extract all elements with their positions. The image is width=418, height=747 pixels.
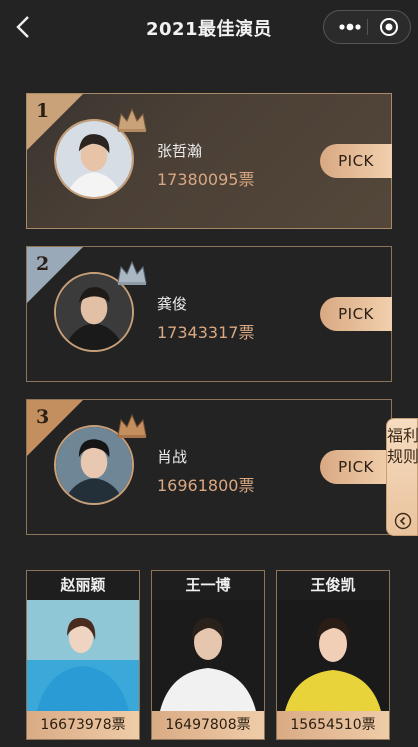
candidate-photo xyxy=(152,600,264,711)
candidate-name: 张哲瀚 xyxy=(157,142,203,160)
crown-icon xyxy=(117,413,147,438)
candidate-name: 赵丽颖 xyxy=(60,576,106,594)
vote-count: 17343317票 xyxy=(157,323,255,342)
top-bar: 2021最佳演员 xyxy=(0,0,418,54)
more-dots-icon[interactable] xyxy=(338,20,362,34)
candidate-name: 龚俊 xyxy=(157,295,188,313)
pick-button[interactable]: PICK xyxy=(320,297,392,331)
candidate-card-5[interactable]: 王一博 16497808票 xyxy=(151,570,265,740)
pick-button[interactable]: PICK xyxy=(320,450,392,484)
vote-count: 16673978票 xyxy=(27,711,139,739)
candidate-name: 王一博 xyxy=(185,576,231,594)
candidate-name: 肖战 xyxy=(157,448,188,466)
vote-count: 16961800票 xyxy=(157,476,255,495)
capsule-divider xyxy=(367,19,368,35)
chevron-left-circle-icon xyxy=(394,512,412,530)
candidate-photo xyxy=(27,600,139,711)
candidate-card-4[interactable]: 赵丽颖 16673978票 xyxy=(26,570,140,740)
vote-count: 17380095票 xyxy=(157,170,255,189)
rank-number: 2 xyxy=(36,253,50,275)
benefit-rules-tab[interactable]: 福利规则 xyxy=(386,418,418,536)
vote-count: 16497808票 xyxy=(152,711,264,739)
crown-icon xyxy=(117,260,147,285)
vote-count: 15654510票 xyxy=(277,711,389,739)
candidate-card-6[interactable]: 王俊凯 15654510票 xyxy=(276,570,390,740)
pick-button[interactable]: PICK xyxy=(320,144,392,178)
mini-program-capsule xyxy=(323,10,411,44)
rank-number: 1 xyxy=(36,100,50,122)
candidate-card-3[interactable]: 3 肖战 16961800票 PICK xyxy=(26,399,392,535)
candidate-photo xyxy=(277,600,389,711)
candidate-name: 王俊凯 xyxy=(310,576,356,594)
benefit-rules-label: 福利规则 xyxy=(387,426,418,466)
crown-icon xyxy=(117,107,147,132)
target-circle-icon[interactable] xyxy=(379,17,399,37)
candidate-card-2[interactable]: 2 龚俊 17343317票 PICK xyxy=(26,246,392,382)
candidate-card-1[interactable]: 1 张哲瀚 17380095票 PICK xyxy=(26,93,392,229)
rank-number: 3 xyxy=(36,406,50,428)
